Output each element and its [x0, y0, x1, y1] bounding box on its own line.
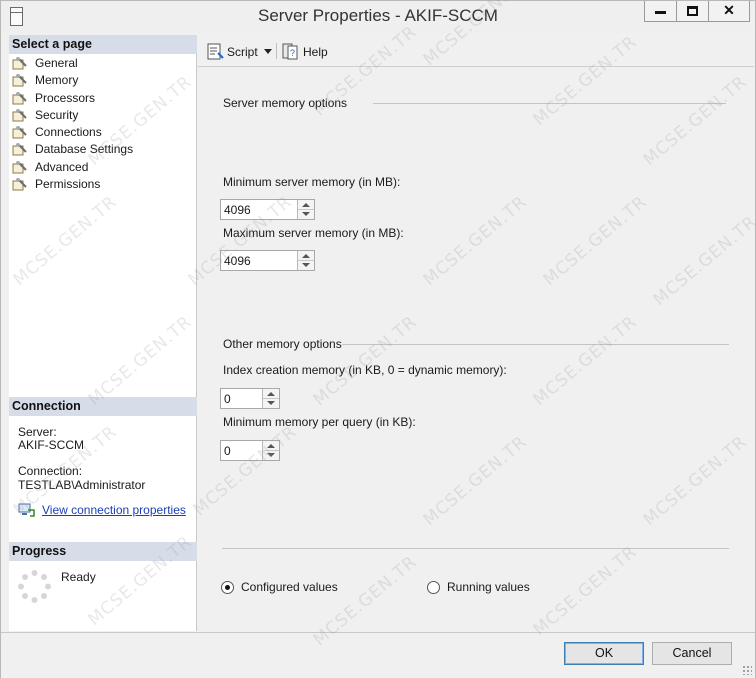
server-value: AKIF-SCCM [18, 438, 84, 452]
connection-properties-icon [18, 503, 35, 517]
minimize-icon [655, 10, 666, 14]
help-icon: ? [282, 43, 298, 60]
running-values-radio[interactable]: Running values [427, 580, 530, 594]
view-connection-properties-link[interactable]: View connection properties [42, 503, 186, 517]
select-page-header: Select a page [9, 35, 197, 54]
window-title: Server Properties - AKIF-SCCM [258, 6, 498, 25]
page-label: General [35, 56, 78, 70]
server-memory-group-label: Server memory options [223, 96, 348, 110]
close-button[interactable]: ✕ [708, 1, 750, 22]
wrench-page-icon [12, 57, 27, 70]
script-icon [207, 43, 224, 60]
script-dropdown-icon[interactable] [264, 49, 272, 54]
page-label: Advanced [35, 159, 89, 174]
page-label: Memory [35, 73, 79, 88]
left-pane: Select a page General Memory Processors … [9, 35, 197, 631]
max-server-memory-input[interactable]: 4096 [220, 250, 315, 271]
min-memory-per-query-value: 0 [224, 444, 231, 458]
maximize-icon [687, 6, 698, 17]
maximize-button[interactable] [676, 1, 709, 22]
server-properties-dialog: Server Properties - AKIF-SCCM ✕ Select a… [0, 0, 756, 678]
minimize-button[interactable] [644, 1, 677, 22]
other-memory-group-line [342, 344, 729, 345]
values-divider [222, 548, 729, 549]
page-item-security[interactable]: Security [9, 107, 133, 124]
configured-values-label: Configured values [241, 580, 338, 594]
page-list: General Memory Processors Security Conne… [9, 55, 133, 193]
toolbar-separator [276, 43, 277, 59]
min-server-memory-label: Minimum server memory (in MB): [223, 175, 401, 189]
increment-icon[interactable] [298, 200, 314, 210]
wrench-page-icon [12, 126, 27, 139]
wrench-page-icon [12, 74, 27, 87]
connection-value: TESTLAB\Administrator [18, 478, 146, 492]
min-memory-per-query-label: Minimum memory per query (in KB): [223, 415, 416, 429]
ok-button[interactable]: OK [564, 642, 644, 665]
page-item-memory[interactable]: Memory [9, 72, 133, 89]
close-icon: ✕ [723, 2, 735, 18]
page-label: Database Settings [35, 142, 134, 157]
progress-header: Progress [9, 542, 197, 561]
page-item-advanced[interactable]: Advanced [9, 159, 133, 176]
page-item-general[interactable]: General [9, 55, 133, 72]
increment-icon[interactable] [263, 389, 279, 399]
help-button[interactable]: ? Help [282, 43, 328, 60]
progress-spinner-icon [18, 570, 51, 603]
toolbar: Script ? Help [198, 35, 754, 67]
decrement-icon[interactable] [298, 209, 314, 219]
connection-header: Connection [9, 397, 197, 416]
index-creation-memory-stepper[interactable] [262, 389, 279, 408]
script-button[interactable]: Script [206, 43, 258, 60]
wrench-page-icon [12, 108, 27, 122]
svg-text:?: ? [290, 48, 295, 58]
dialog-button-bar: OK Cancel [1, 632, 755, 678]
decrement-icon[interactable] [263, 450, 279, 460]
wrench-page-icon [12, 143, 27, 156]
increment-icon[interactable] [298, 251, 314, 261]
page-label: Processors [35, 90, 96, 105]
index-creation-memory-input[interactable]: 0 [220, 388, 280, 409]
title-bar[interactable]: Server Properties - AKIF-SCCM ✕ [1, 1, 755, 33]
decrement-icon[interactable] [298, 260, 314, 270]
max-server-memory-value: 4096 [224, 254, 251, 268]
wrench-page-icon [12, 91, 27, 105]
resize-grip-icon[interactable] [742, 665, 752, 675]
page-label: Connections [35, 125, 102, 140]
increment-icon[interactable] [263, 441, 279, 451]
max-server-memory-stepper[interactable] [297, 251, 314, 270]
cancel-button[interactable]: Cancel [652, 642, 732, 665]
page-item-permissions[interactable]: Permissions [9, 176, 133, 193]
memory-page: Script ? Help Server memory options Mini… [198, 35, 754, 631]
server-memory-group-line [373, 103, 726, 104]
configured-values-radio[interactable]: Configured values [221, 580, 338, 594]
min-memory-per-query-stepper[interactable] [262, 441, 279, 460]
script-label: Script [227, 44, 258, 59]
progress-status: Ready [61, 570, 96, 584]
radio-unchecked-icon [427, 580, 440, 594]
radio-checked-icon [221, 580, 234, 594]
min-server-memory-value: 4096 [224, 203, 251, 217]
decrement-icon[interactable] [263, 398, 279, 408]
min-server-memory-input[interactable]: 4096 [220, 199, 315, 220]
page-item-processors[interactable]: Processors [9, 90, 133, 107]
connection-label: Connection: [18, 464, 83, 478]
index-creation-memory-value: 0 [224, 392, 231, 406]
page-label: Security [35, 107, 79, 122]
page-label: Permissions [35, 177, 101, 192]
index-creation-memory-label: Index creation memory (in KB, 0 = dynami… [223, 363, 507, 377]
page-item-database-settings[interactable]: Database Settings [9, 141, 133, 158]
help-label: Help [303, 44, 328, 59]
wrench-page-icon [12, 160, 27, 174]
min-memory-per-query-input[interactable]: 0 [220, 440, 280, 461]
wrench-page-icon [12, 178, 27, 191]
page-item-connections[interactable]: Connections [9, 124, 133, 141]
running-values-label: Running values [447, 580, 530, 594]
max-server-memory-label: Maximum server memory (in MB): [223, 226, 404, 240]
other-memory-group-label: Other memory options [223, 337, 342, 351]
min-server-memory-stepper[interactable] [297, 200, 314, 219]
